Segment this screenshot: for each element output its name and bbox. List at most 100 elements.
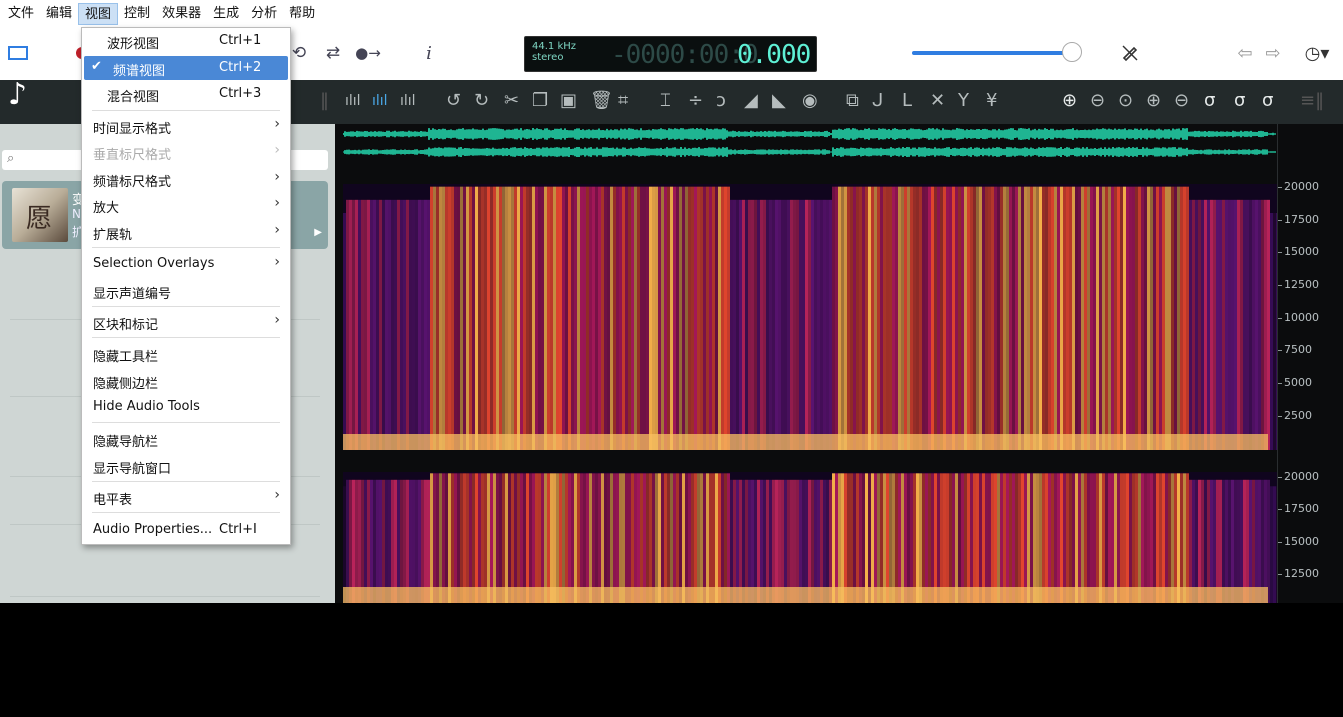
- vertical-zoom-in-icon[interactable]: σ: [1204, 90, 1215, 112]
- zoom-selection-icon[interactable]: ⊙: [1118, 90, 1133, 112]
- crossfade-icon[interactable]: ✕: [930, 90, 945, 112]
- vertical-zoom-out-icon[interactable]: σ: [1234, 90, 1245, 112]
- menu-item-spectrum-ruler-format[interactable]: 频谱标尺格式 ›: [82, 167, 290, 191]
- menu-item-audio-properties[interactable]: Audio Properties... Ctrl+I: [82, 518, 290, 542]
- zoom-reset-icon[interactable]: ⊖: [1174, 90, 1189, 112]
- history-icon[interactable]: ◷▾: [1300, 38, 1334, 68]
- menu-control[interactable]: 控制: [118, 3, 156, 25]
- music-note-icon: ♪: [8, 77, 28, 112]
- menu-generate[interactable]: 生成: [207, 3, 245, 25]
- time-value: 0.000: [737, 40, 811, 70]
- menu-item-spectrum-view[interactable]: ✔ 频谱视图 Ctrl+2: [84, 56, 288, 80]
- menu-item-zoom[interactable]: 放大 ›: [82, 193, 290, 217]
- curve-down-icon[interactable]: ᒪ: [902, 90, 912, 112]
- back-arrow-icon[interactable]: ⇦: [1235, 38, 1255, 68]
- menu-item-selection-overlays[interactable]: Selection Overlays ›: [82, 252, 290, 276]
- divider: [10, 596, 320, 597]
- menu-separator: [92, 247, 280, 248]
- ruler-tick: 20000: [1278, 180, 1319, 193]
- noise-icon[interactable]: ◉: [802, 90, 818, 112]
- menu-separator: [92, 306, 280, 307]
- curve-up-icon[interactable]: ᒍ: [872, 90, 883, 112]
- waveform-view-icon[interactable]: ılıl: [345, 90, 361, 112]
- menu-item-waveform-view[interactable]: 波形视图 Ctrl+1: [82, 29, 290, 53]
- menu-item-hide-navbar[interactable]: 隐藏导航栏: [82, 427, 290, 451]
- menu-item-show-channel-numbers[interactable]: 显示声道编号: [82, 279, 290, 303]
- spectrum-view-icon[interactable]: ılıl: [372, 90, 388, 112]
- menu-item-time-format[interactable]: 时间显示格式 ›: [82, 114, 290, 138]
- waveform-overview[interactable]: [342, 124, 1277, 162]
- chevron-right-icon: ›: [274, 222, 280, 238]
- separator-icon: ≡‖: [1300, 90, 1325, 111]
- view-menu-dropdown: 波形视图 Ctrl+1 ✔ 频谱视图 Ctrl+2 混合视图 Ctrl+3 时间…: [81, 27, 291, 545]
- chevron-right-icon: ›: [274, 487, 280, 503]
- redo-icon[interactable]: ↻: [474, 90, 489, 112]
- copy-icon[interactable]: ❐: [532, 90, 548, 112]
- undo-icon[interactable]: ↺: [446, 90, 461, 112]
- fade-in-icon[interactable]: ◢: [744, 90, 758, 112]
- insert-silence-icon[interactable]: ⌶: [660, 90, 671, 112]
- zoom-fit-icon[interactable]: ⊕: [1146, 90, 1161, 112]
- paste-icon[interactable]: ▣: [560, 90, 577, 112]
- forward-arrow-icon[interactable]: ⇨: [1263, 38, 1283, 68]
- mixed-view-icon[interactable]: ılıl: [400, 90, 416, 112]
- menu-item-vertical-ruler-format: 垂直标尺格式 ›: [93, 142, 280, 163]
- menu-item-hide-audio-tools[interactable]: Hide Audio Tools: [82, 395, 290, 419]
- chevron-right-icon: ›: [274, 195, 280, 211]
- spectrogram-channel-1[interactable]: [343, 184, 1277, 450]
- spectrogram-editor[interactable]: 20000 17500 15000 12500 10000 7500 5000 …: [335, 124, 1343, 603]
- menu-item-hide-toolbar[interactable]: 隐藏工具栏: [82, 342, 290, 366]
- ruler-tick: 10000: [1278, 311, 1319, 324]
- chevron-right-icon: ›: [274, 312, 280, 328]
- volume-slider[interactable]: [912, 51, 1072, 55]
- menu-edit[interactable]: 编辑: [40, 3, 78, 25]
- menu-item-level-meter[interactable]: 电平表 ›: [82, 485, 290, 509]
- pen-icon[interactable]: [1118, 38, 1142, 68]
- menu-item-hide-sidebar[interactable]: 隐藏侧边栏: [82, 369, 290, 393]
- menu-item-regions-markers[interactable]: 区块和标记 ›: [82, 310, 290, 334]
- split-channel-icon[interactable]: ¥: [986, 90, 997, 112]
- crop-icon[interactable]: ⌗: [618, 90, 628, 112]
- info-icon[interactable]: i: [420, 38, 438, 68]
- merge-icon[interactable]: Y: [958, 90, 969, 112]
- menu-separator: [92, 481, 280, 482]
- menu-item-mixed-view[interactable]: 混合视图 Ctrl+3: [82, 82, 290, 106]
- zoom-in-icon[interactable]: ⊕: [1062, 90, 1077, 112]
- chevron-right-icon: ›: [274, 116, 280, 132]
- skip-icon[interactable]: ●→: [355, 38, 381, 68]
- chevron-right-icon: ›: [274, 142, 280, 158]
- spectrogram-channel-2[interactable]: [343, 472, 1277, 603]
- view-toggle-icon[interactable]: [6, 38, 30, 68]
- sample-rate: 44.1 kHz: [532, 41, 577, 52]
- ruler-tick: 17500: [1278, 213, 1319, 226]
- menu-separator: [92, 110, 280, 111]
- format-readout: 44.1 kHz stereo: [532, 41, 576, 63]
- time-display: 44.1 kHz stereo -0000:00:0 0.000: [524, 36, 817, 72]
- menu-item-show-nav-window[interactable]: 显示导航窗口: [82, 454, 290, 478]
- vertical-zoom-fit-icon[interactable]: σ: [1262, 90, 1273, 112]
- menu-view[interactable]: 视图: [78, 3, 119, 25]
- fade-out-icon[interactable]: ◣: [772, 90, 786, 112]
- volume-slider-knob[interactable]: [1062, 42, 1082, 62]
- menu-file[interactable]: 文件: [2, 3, 40, 25]
- menu-separator: [92, 512, 280, 513]
- play-icon[interactable]: ▶: [314, 227, 322, 238]
- loop-icon[interactable]: ⟲: [288, 38, 310, 68]
- ruler-tick: 12500: [1278, 567, 1319, 580]
- ruler-tick: 15000: [1278, 535, 1319, 548]
- menu-effects[interactable]: 效果器: [156, 3, 207, 25]
- menu-item-expand-tracks[interactable]: 扩展轨 ›: [82, 220, 290, 244]
- split-icon[interactable]: ÷: [688, 90, 703, 112]
- menu-separator: [92, 422, 280, 423]
- reverse-icon[interactable]: ↄ: [716, 90, 726, 112]
- zoom-out-icon[interactable]: ⊖: [1090, 90, 1105, 112]
- menu-help[interactable]: 帮助: [283, 3, 321, 25]
- repeat-icon[interactable]: ⇄: [322, 38, 344, 68]
- time-dim-digits: -0000:00:0: [611, 40, 759, 70]
- menu-separator: [92, 337, 280, 338]
- menu-analyze[interactable]: 分析: [245, 3, 283, 25]
- cut-icon[interactable]: ✂: [504, 90, 519, 112]
- channel-mode: stereo: [532, 52, 564, 63]
- group-icon[interactable]: ⧉: [846, 90, 859, 112]
- delete-icon[interactable]: 🗑: [590, 90, 613, 112]
